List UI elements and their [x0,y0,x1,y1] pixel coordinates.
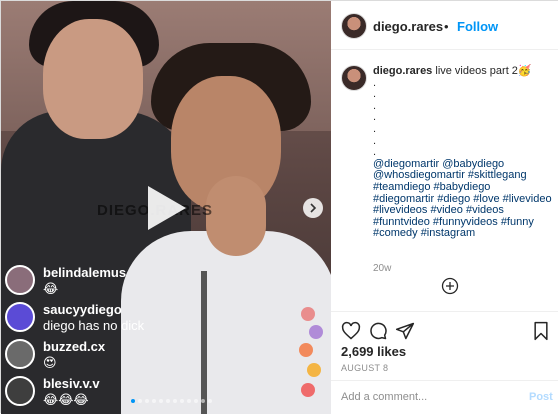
caption-dots: ....... [373,76,553,159]
live-comment: belindalemus 😂 [5,263,145,300]
reaction-icon [299,343,313,357]
carousel-dot [131,399,135,403]
post-actions: 2,699 likes AUGUST 8 Post [331,311,558,411]
live-comment-username: blesiv.v.v [43,376,100,391]
chevron-right-icon [310,203,317,213]
reaction-icon [309,325,323,339]
live-comment-text: 😂😂😂 [43,392,89,407]
instagram-post: DIEGO.RARES belindalemus😂saucyydiegodieg… [0,0,558,414]
video-player[interactable]: DIEGO.RARES belindalemus😂saucyydiegodieg… [1,1,331,414]
comment-icon[interactable] [368,321,388,341]
follow-button[interactable]: Follow [457,19,498,34]
video-person-left-face [43,19,143,139]
carousel-dot [159,399,163,403]
video-person-right-zipper [201,271,207,414]
caption-dot-line: . [373,111,377,124]
comment-input[interactable] [341,391,511,403]
carousel-indicator [131,399,212,403]
live-comments-list: belindalemus 😂 saucyydiego diego has no dic… [5,263,145,411]
likes-count[interactable]: 2,699 likes [341,344,406,359]
carousel-dot [166,399,170,403]
avatar [5,302,35,332]
post-date: AUGUST 8 [341,363,389,373]
carousel-dot [173,399,177,403]
caption-username[interactable]: diego.rares [373,65,432,77]
header-username[interactable]: diego.rares [373,19,443,34]
carousel-next-button[interactable] [303,198,323,218]
caption-title: live videos part 2🥳 [435,65,532,77]
carousel-dot [194,399,198,403]
reaction-icon [301,383,315,397]
caption: diego.rares live videos part 2🥳 ....... … [373,65,553,240]
live-comment-username: saucyydiego [43,302,122,317]
add-comment-bar: Post [331,380,558,415]
carousel-dot [138,399,142,403]
post-header: diego.rares • Follow [331,1,558,50]
live-comment-text: diego has no dick [43,318,145,333]
comment-age: 20w [373,263,392,274]
reaction-icon [307,363,321,377]
live-comment: saucyydiego diego has no dick [5,300,145,337]
avatar[interactable] [341,13,367,39]
carousel-dot [145,399,149,403]
post-details-panel: diego.rares • Follow diego.rares live vi… [331,1,558,414]
avatar [5,265,35,295]
caption-dot-line: . [373,99,377,112]
carousel-dot [201,399,205,403]
video-person-right-fist [206,176,266,256]
live-comment: buzzed.cx 😍 [5,337,145,374]
live-reactions [297,301,325,411]
carousel-dot [180,399,184,403]
carousel-dot [187,399,191,403]
live-comment: blesiv.v.v 😂😂😂 [5,374,145,411]
caption-dot-line: . [373,122,377,135]
load-more-comments-icon[interactable] [441,277,459,295]
bookmark-icon[interactable] [531,321,551,341]
live-comment-username: buzzed.cx [43,339,106,354]
caption-dot-line: . [373,88,377,101]
heart-icon[interactable] [341,321,361,341]
live-comment-text: 😍 [43,355,57,370]
avatar [5,376,35,406]
carousel-dot [208,399,212,403]
carousel-dot [152,399,156,403]
live-comment-username: belindalemus [43,265,127,280]
header-separator: • [444,19,449,34]
share-icon[interactable] [395,321,415,341]
post-comment-button[interactable]: Post [529,391,553,403]
play-icon[interactable] [142,182,190,234]
caption-dot-line: . [373,134,377,147]
caption-hashtags[interactable]: @diegomartir @babydiego @whosdiegomartir… [373,158,552,240]
avatar [5,339,35,369]
live-comment-text: 😂 [43,281,59,296]
reaction-icon [301,307,315,321]
caption-dot-line: . [373,76,377,89]
caption-avatar[interactable] [341,65,367,91]
